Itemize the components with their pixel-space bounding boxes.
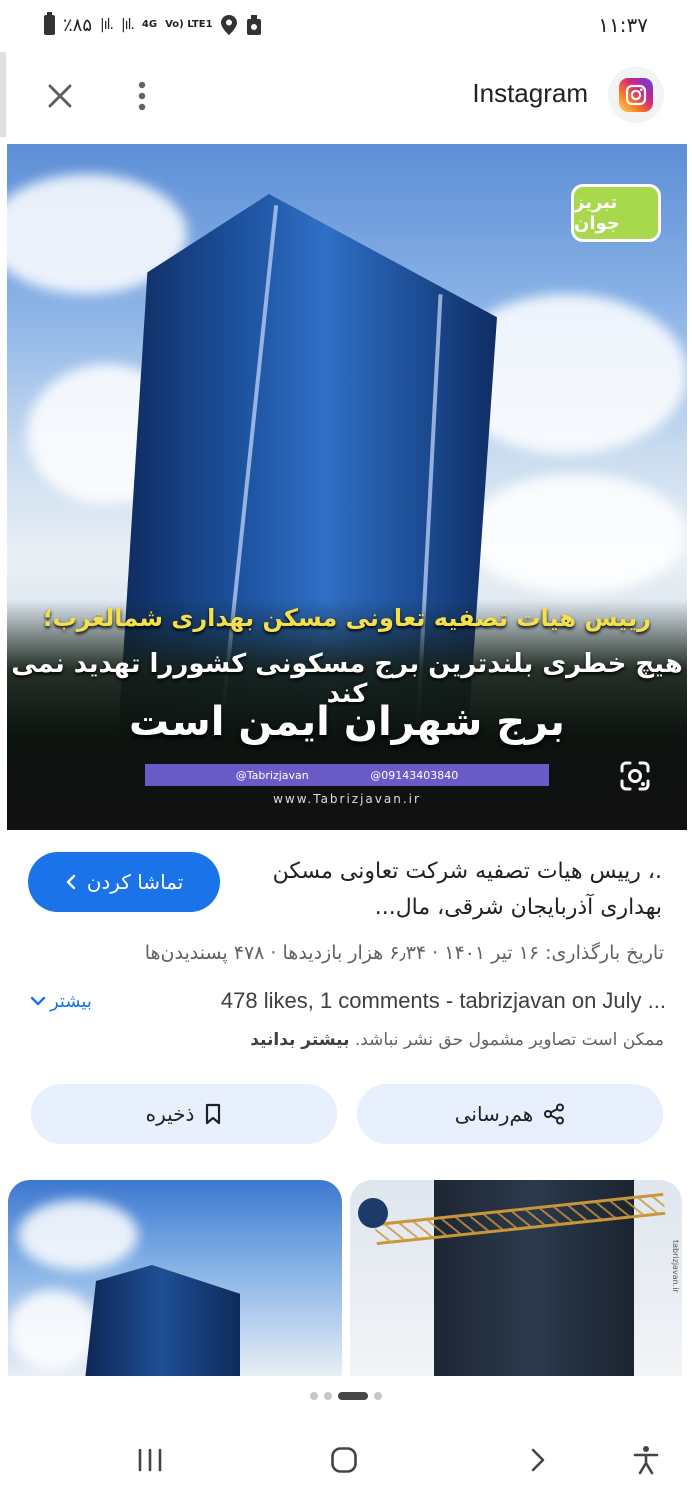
save-button[interactable]: ذخیره <box>31 1084 337 1144</box>
close-icon <box>48 84 72 108</box>
source-name[interactable]: Instagram <box>472 78 588 109</box>
home-icon <box>331 1447 357 1473</box>
page-dot <box>374 1392 382 1400</box>
handle-1: @Tabrizjavan <box>235 768 309 782</box>
related-image-2[interactable]: tabrizjavan.ir <box>350 1180 682 1376</box>
back-button[interactable] <box>516 1438 560 1482</box>
google-lens-icon <box>620 761 650 791</box>
system-nav-bar <box>0 1420 692 1500</box>
page-dot-active <box>338 1392 368 1400</box>
status-icons: ٪۸۵ |ıl. |ıl. 4G Vo) LTE1 <box>44 12 263 36</box>
post-title[interactable]: .، رییس هیات تصفیه شرکت تعاونی مسکن بهدا… <box>252 854 662 926</box>
description-text: 478 likes, 1 comments - tabrizjavan on J… <box>220 988 666 1013</box>
network-type: 4G <box>141 19 158 30</box>
watch-button[interactable]: تماشا کردن <box>28 852 220 912</box>
chevron-left-icon <box>66 874 75 890</box>
more-button[interactable]: بیشتر <box>30 991 92 1012</box>
copyright-text: ممکن است تصاویر مشمول حق نشر نباشد. <box>354 1030 664 1050</box>
volte-indicator: Vo) LTE1 <box>165 19 213 30</box>
page-dot <box>310 1392 318 1400</box>
watch-label: تماشا کردن <box>86 870 184 894</box>
thumbnail-logo <box>358 1198 388 1228</box>
logo-text: تبریز جوان <box>574 192 620 234</box>
location-icon <box>220 15 237 35</box>
recycle-icon <box>246 15 261 35</box>
copyright-notice: ممکن است تصاویر مشمول حق نشر نباشد. بیشت… <box>24 1030 664 1050</box>
description-row: بیشتر 478 likes, 1 comments - tabrizjava… <box>30 984 666 1018</box>
home-button[interactable] <box>322 1438 366 1482</box>
instagram-logo <box>619 78 653 112</box>
status-bar: ٪۸۵ |ıl. |ıl. 4G Vo) LTE1 ۱۱:۳۷ <box>0 0 692 50</box>
lens-button[interactable] <box>615 756 655 796</box>
bookmark-icon <box>206 1103 221 1125</box>
accessibility-button[interactable] <box>624 1438 668 1482</box>
related-image-1[interactable] <box>8 1180 342 1376</box>
close-button[interactable] <box>40 76 80 116</box>
learn-more-link[interactable]: بیشتر بدانید <box>250 1030 349 1050</box>
accessibility-icon <box>633 1446 659 1475</box>
share-label: هم‌رسانی <box>454 1102 534 1126</box>
instagram-icon[interactable] <box>608 67 664 123</box>
back-icon <box>531 1448 545 1472</box>
thumbnail-watermark: tabrizjavan.ir <box>671 1240 680 1293</box>
signal-icon: |ıl. <box>100 17 114 33</box>
clock: ۱۱:۳۷ <box>598 13 648 37</box>
tabrizjavan-logo: تبریز جوان <box>571 184 661 242</box>
image-website: www.Tabrizjavan.ir <box>273 792 421 806</box>
image-headline-1: رییس هیات تصفیه تعاونی مسکن بهداری شمالغ… <box>43 604 651 632</box>
battery-level: ٪۸۵ <box>63 14 93 36</box>
viewer-header: Instagram <box>0 56 692 136</box>
recent-apps-button[interactable] <box>128 1438 172 1482</box>
share-icon <box>544 1103 565 1125</box>
chevron-down-icon <box>30 996 46 1006</box>
upload-meta: تاریخ بارگذاری: ۱۶ تیر ۱۴۰۱ · ۶٫۳۴ هزار … <box>144 942 664 964</box>
handle-bar: @Tabrizjavan @09143403840 <box>145 764 549 786</box>
tower-building <box>80 1265 240 1376</box>
page-dot <box>324 1392 332 1400</box>
save-label: ذخیره <box>145 1102 195 1126</box>
more-options-button[interactable] <box>122 76 162 116</box>
battery-icon <box>44 12 55 35</box>
share-button[interactable]: هم‌رسانی <box>357 1084 663 1144</box>
recent-apps-icon <box>138 1448 162 1472</box>
signal-icon-2: |ıl. <box>120 17 135 33</box>
image-headline-3: برج شهران ایمن است <box>129 699 565 745</box>
more-label: بیشتر <box>50 990 92 1012</box>
main-image[interactable]: تبریز جوان رییس هیات تصفیه تعاونی مسکن ب… <box>7 144 687 830</box>
pagination-dots <box>0 1392 692 1400</box>
cloud <box>18 1200 138 1270</box>
cloud <box>467 474 687 594</box>
handle-2: @09143403840 <box>370 768 459 782</box>
cloud <box>8 1290 98 1370</box>
more-vert-icon <box>138 81 146 111</box>
